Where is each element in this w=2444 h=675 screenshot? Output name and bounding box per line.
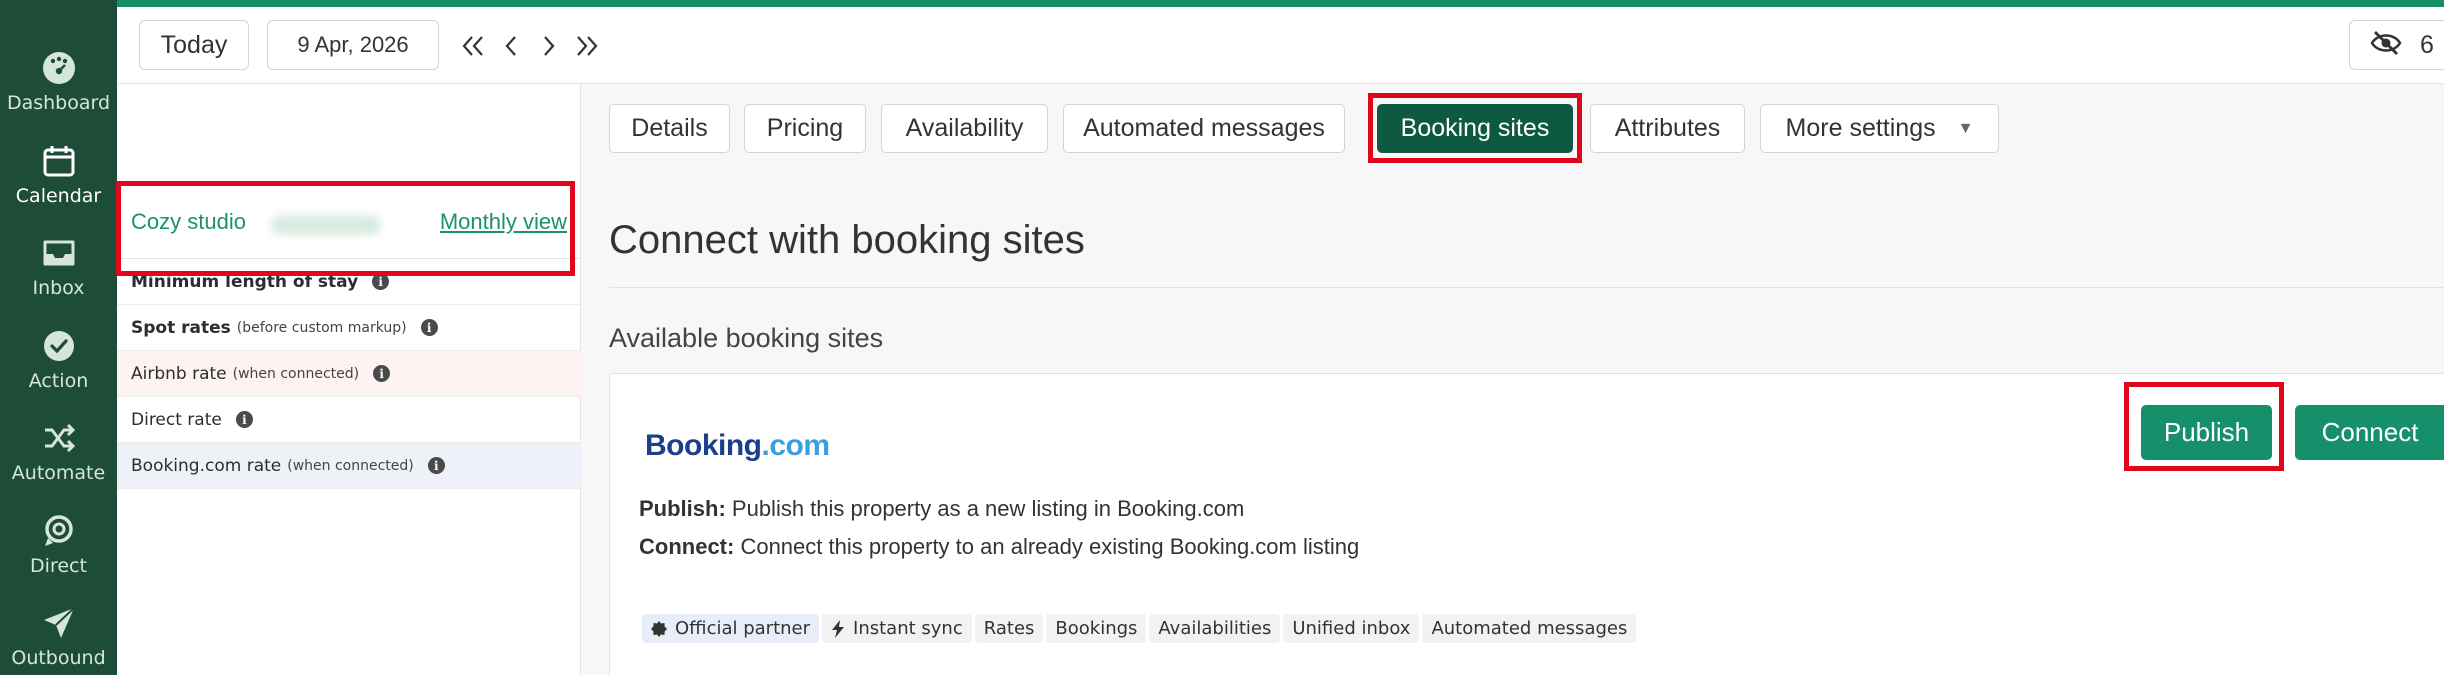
nav-dashboard[interactable]: Dashboard [0, 36, 117, 126]
info-icon[interactable]: i [427, 457, 445, 474]
tab-details[interactable]: Details [609, 104, 730, 153]
date-picker[interactable]: 9 Apr, 2026 [267, 20, 439, 70]
info-icon[interactable]: i [235, 411, 253, 428]
sidebar: Dashboard Calendar Inbox Action Automate… [0, 0, 117, 675]
rate-row-sub: (when connected) [232, 365, 360, 382]
publish-description: Publish: Publish this property as a new … [639, 496, 1245, 521]
tab-attributes[interactable]: Attributes [1590, 104, 1745, 153]
connect-description: Connect: Connect this property to an alr… [639, 534, 1360, 559]
dashboard-gauge-icon [39, 48, 79, 88]
inbox-tray-icon [39, 233, 79, 273]
tab-availability[interactable]: Availability [881, 104, 1048, 153]
publish-button[interactable]: Publish [2141, 405, 2272, 460]
nav-automate[interactable]: Automate [0, 406, 117, 496]
calendar-toolbar: Today 9 Apr, 2026 6 [117, 7, 2444, 84]
double-chevron-left-icon[interactable] [454, 33, 492, 59]
badge-seal-icon [651, 620, 667, 637]
hidden-listings-toggle[interactable]: 6 [2349, 20, 2444, 70]
check-circle-icon [39, 326, 79, 366]
rate-row-label: Direct rate [131, 409, 222, 430]
booking-com-card: Booking.com Publish Connect Publish: Pub… [609, 373, 2444, 675]
rate-row-label: Spot rates [131, 317, 231, 338]
booking-com-logo: Booking.com [645, 429, 830, 462]
nav-inbox-label: Inbox [32, 277, 85, 299]
calendar-icon [39, 141, 79, 181]
rate-row-label: Booking.com rate [131, 455, 282, 476]
page-title: Connect with booking sites [609, 218, 1085, 262]
paper-plane-icon [39, 603, 79, 643]
date-nav-arrows [454, 33, 606, 59]
rate-row-min-stay: Minimum length of stay i [117, 259, 581, 305]
rate-row-booking: Booking.com rate (when connected) i [117, 443, 581, 489]
direct-swirl-icon [39, 511, 79, 551]
info-icon[interactable]: i [373, 365, 391, 382]
rate-row-spot: Spot rates (before custom markup) i [117, 305, 581, 351]
nav-automate-label: Automate [11, 462, 106, 484]
nav-direct[interactable]: Direct [0, 499, 117, 589]
chevron-right-icon[interactable] [530, 33, 568, 59]
double-chevron-right-icon[interactable] [568, 33, 606, 59]
tag-bookings: Bookings [1046, 614, 1147, 643]
listing-name[interactable]: Cozy studio [131, 209, 246, 235]
monthly-view-link[interactable]: Monthly view [440, 209, 567, 235]
tab-automated-messages[interactable]: Automated messages [1063, 104, 1345, 153]
tag-official-partner: Official partner [642, 614, 820, 643]
section-title: Available booking sites [609, 323, 884, 353]
blurred-listing-tag [271, 215, 381, 235]
nav-direct-label: Direct [30, 555, 87, 577]
chevron-left-icon[interactable] [492, 33, 530, 59]
tab-pricing[interactable]: Pricing [744, 104, 866, 153]
rate-row-label: Minimum length of stay [131, 271, 359, 292]
tag-instant-sync: Instant sync [822, 614, 972, 643]
nav-calendar[interactable]: Calendar [0, 129, 117, 219]
title-divider [609, 287, 2444, 288]
shuffle-icon [39, 418, 79, 458]
nav-action[interactable]: Action [0, 314, 117, 404]
rate-row-label: Airbnb rate [131, 363, 227, 384]
lightning-icon [831, 619, 845, 638]
nav-inbox[interactable]: Inbox [0, 221, 117, 311]
rate-row-direct: Direct rate i [117, 397, 581, 443]
nav-action-label: Action [28, 370, 89, 392]
hidden-count: 6 [2420, 30, 2434, 59]
top-accent-line [117, 0, 2444, 7]
connect-button[interactable]: Connect [2295, 405, 2444, 460]
tag-rates: Rates [974, 614, 1044, 643]
rate-row-airbnb: Airbnb rate (when connected) i [117, 351, 581, 397]
tab-booking-sites[interactable]: Booking sites [1377, 104, 1573, 153]
tag-automated-messages: Automated messages [1422, 614, 1637, 643]
tag-availabilities: Availabilities [1149, 614, 1281, 643]
rate-row-sub: (before custom markup) [236, 319, 407, 336]
eye-off-icon [2370, 30, 2402, 61]
tag-unified-inbox: Unified inbox [1283, 614, 1420, 643]
caret-down-icon: ▼ [1957, 119, 1974, 137]
tab-more-settings-label: More settings [1785, 114, 1936, 142]
tab-more-settings[interactable]: More settings ▼ [1760, 104, 1999, 153]
nav-dashboard-label: Dashboard [6, 92, 111, 114]
info-icon[interactable]: i [420, 319, 438, 336]
info-icon[interactable]: i [372, 273, 390, 290]
listing-panel: Cozy studio Monthly view Minimum length … [117, 84, 581, 675]
rate-row-sub: (when connected) [287, 457, 414, 474]
nav-calendar-label: Calendar [15, 185, 102, 207]
feature-tags: Official partner Instant sync Rates Book… [642, 614, 1639, 643]
nav-outbound-label: Outbound [11, 647, 106, 669]
nav-outbound[interactable]: Outbound [0, 591, 117, 675]
listing-header: Cozy studio Monthly view [117, 185, 581, 259]
today-button[interactable]: Today [139, 20, 249, 70]
